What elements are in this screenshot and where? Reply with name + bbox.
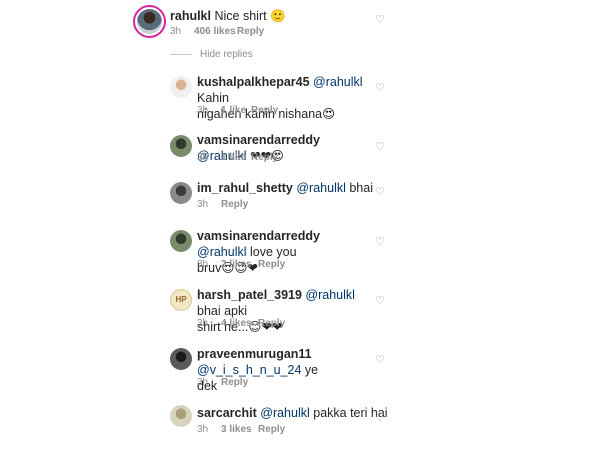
avatar[interactable]: [133, 5, 166, 38]
divider: [170, 54, 192, 55]
comment-meta: 3h 406 likes Reply: [170, 26, 264, 37]
heart-icon[interactable]: ♡: [374, 186, 386, 198]
mention-link[interactable]: @rahulkl: [260, 406, 310, 420]
avatar[interactable]: [170, 182, 192, 204]
reply-body: Kahin: [197, 91, 229, 105]
timestamp: 3h: [197, 259, 209, 270]
timestamp: 3h: [170, 26, 182, 37]
reply-meta: 3h Reply: [197, 199, 248, 210]
timestamp: 3h: [197, 377, 209, 388]
avatar[interactable]: HP: [170, 289, 192, 311]
reply-body: love you: [246, 245, 297, 259]
avatar[interactable]: [170, 348, 192, 370]
reply-meta: 3h Reply: [197, 377, 248, 388]
likes-count[interactable]: 4 likes: [221, 318, 258, 329]
username[interactable]: sarcarchit: [197, 406, 257, 420]
reply-button[interactable]: Reply: [258, 424, 285, 435]
reply-button[interactable]: Reply: [221, 377, 248, 388]
likes-count[interactable]: 2 likes: [221, 259, 258, 270]
reply-button[interactable]: Reply: [221, 199, 248, 210]
reply-button[interactable]: Reply: [258, 318, 285, 329]
heart-icon[interactable]: ♡: [374, 236, 386, 248]
username[interactable]: harsh_patel_3919: [197, 288, 302, 302]
reply-button[interactable]: Reply: [251, 152, 278, 163]
username[interactable]: rahulkl: [170, 9, 211, 23]
mention-link[interactable]: @rahulkl: [305, 288, 355, 302]
mention-link[interactable]: @v_i_s_h_n_u_24: [197, 363, 301, 377]
reply-text: sarcarchit @rahulkl pakka teri hai: [197, 405, 388, 421]
avatar-initials: HP: [175, 295, 187, 304]
reply-button[interactable]: Reply: [258, 259, 285, 270]
likes-count[interactable]: 406 likes: [194, 26, 237, 37]
comment-text: rahulkl Nice shirt 🙂: [170, 8, 286, 24]
heart-icon[interactable]: ♡: [374, 141, 386, 153]
reply-meta: 3h 1 like Reply: [197, 105, 278, 116]
username[interactable]: praveenmurugan11: [197, 347, 312, 361]
username[interactable]: vamsinarendarreddy: [197, 133, 320, 147]
heart-icon[interactable]: ♡: [374, 354, 386, 366]
mention-link[interactable]: @rahulkl: [197, 245, 247, 259]
hide-replies-toggle[interactable]: Hide replies: [170, 49, 253, 60]
heart-icon[interactable]: ♡: [374, 412, 386, 424]
reply-button[interactable]: Reply: [251, 105, 278, 116]
reply-body: ye: [301, 363, 319, 377]
avatar[interactable]: [170, 135, 192, 157]
reply-body: bhai: [345, 181, 373, 195]
mention-link[interactable]: @rahulkl: [296, 181, 346, 195]
timestamp: 3h: [197, 199, 209, 210]
timestamp: 3h: [197, 424, 209, 435]
timestamp: 3h: [197, 105, 209, 116]
avatar[interactable]: [170, 76, 192, 98]
comment-body: Nice shirt 🙂: [214, 9, 286, 23]
likes-count[interactable]: 1 like: [221, 152, 251, 163]
reply-meta: 3h 4 likes Reply: [197, 318, 285, 329]
reply-body: bhai apki: [197, 304, 248, 318]
username[interactable]: vamsinarendarreddy: [197, 229, 320, 243]
avatar[interactable]: [170, 230, 192, 252]
reply-meta: 3h 3 likes Reply: [197, 424, 285, 435]
heart-icon[interactable]: ♡: [374, 82, 386, 94]
heart-icon[interactable]: ♡: [374, 14, 386, 26]
likes-count[interactable]: 3 likes: [221, 424, 258, 435]
username[interactable]: im_rahul_shetty: [197, 181, 293, 195]
likes-count[interactable]: 1 like: [221, 105, 251, 116]
timestamp: 3h: [197, 152, 209, 163]
reply-meta: 3h 2 likes Reply: [197, 259, 285, 270]
avatar[interactable]: [170, 405, 192, 427]
mention-link[interactable]: @rahulkl: [313, 75, 363, 89]
username[interactable]: kushalpalkhepar45: [197, 75, 310, 89]
timestamp: 3h: [197, 318, 209, 329]
hide-replies-label[interactable]: Hide replies: [200, 49, 253, 60]
reply-button[interactable]: Reply: [237, 26, 264, 37]
heart-icon[interactable]: ♡: [374, 295, 386, 307]
reply-meta: 3h 1 like Reply: [197, 152, 278, 163]
reply-text: im_rahul_shetty @rahulkl bhai: [197, 180, 373, 196]
